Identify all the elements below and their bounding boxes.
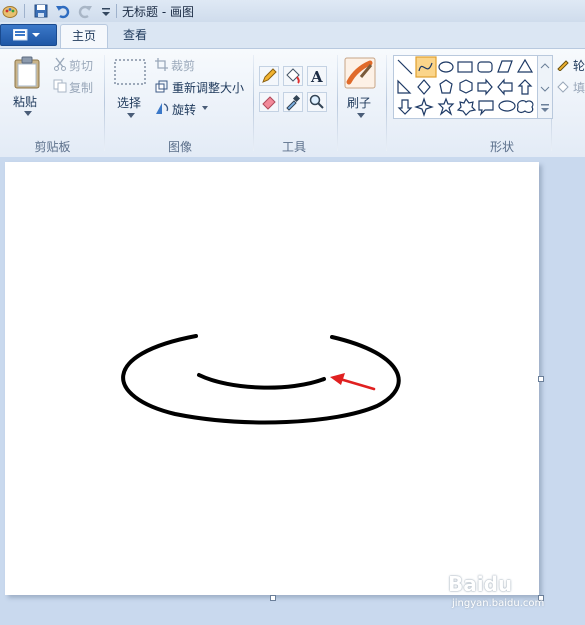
oval-shape-icon: [438, 61, 454, 73]
red-arrow-annotation: [330, 373, 376, 391]
magnifier-icon: [309, 94, 324, 109]
window-title: 无标题 - 画图: [122, 5, 194, 19]
rounded-callout-shape-icon: [478, 100, 494, 116]
cut-button[interactable]: 剪切: [69, 57, 93, 74]
baidu-watermark-url: jingyan.baidu.com: [452, 598, 545, 609]
shapes-scroll-arrows: [540, 63, 550, 112]
paste-button[interactable]: 粘贴: [13, 93, 37, 110]
canvas-drawing: [121, 334, 401, 425]
crop-icon: [155, 58, 168, 71]
resize-button[interactable]: 重新调整大小: [172, 79, 244, 96]
pencil-tool[interactable]: [259, 66, 279, 86]
brush-icon[interactable]: [344, 57, 376, 89]
rectangle-shape-icon: [457, 61, 473, 73]
shapes-group-label: 形状: [489, 140, 514, 154]
menu-icon: [13, 29, 40, 41]
select-icon[interactable]: [114, 59, 146, 87]
five-point-star-shape-icon: [437, 97, 455, 116]
pentagon-shape-icon: [439, 79, 453, 94]
right-triangle-shape-icon: [397, 79, 412, 94]
eraser-icon: [262, 96, 276, 110]
fill-bucket-icon: [286, 68, 300, 84]
outline-icon: [557, 60, 569, 71]
canvas-resize-handle-bottom[interactable]: [270, 595, 276, 601]
eraser-tool[interactable]: [259, 92, 279, 112]
brushes-dropdown-icon[interactable]: [357, 113, 365, 119]
rotate-dropdown-icon[interactable]: [202, 106, 208, 111]
clipboard-group-label: 剪贴板: [34, 140, 71, 154]
brushes-button[interactable]: 刷子: [347, 94, 371, 111]
svg-text:A: A: [310, 68, 323, 85]
image-group-label: 图像: [167, 140, 192, 154]
undo-icon[interactable]: [55, 3, 71, 19]
outer-ellipse-stroke: [121, 334, 401, 425]
pencil-icon: [262, 68, 277, 83]
up-arrow-shape-icon: [517, 79, 533, 95]
fill-icon: [557, 81, 569, 93]
eyedropper-icon: [286, 94, 301, 111]
fill-tool[interactable]: [283, 66, 303, 86]
title-bar: 无标题 - 画图: [0, 0, 585, 23]
group-divider: [104, 55, 105, 151]
tab-home[interactable]: 主页: [60, 24, 108, 49]
diamond-shape-icon: [417, 79, 431, 95]
cloud-callout-shape-icon: [516, 100, 534, 113]
six-point-star-shape-icon: [456, 97, 477, 116]
baidu-watermark: Baidu: [448, 572, 513, 596]
down-arrow-shape-icon: [397, 99, 413, 115]
four-point-star-shape-icon: [414, 97, 434, 117]
redo-icon[interactable]: [77, 3, 93, 19]
cut-icon: [54, 57, 66, 71]
canvas-resize-handle-right[interactable]: [538, 376, 544, 382]
group-divider: [253, 55, 254, 151]
copy-icon: [53, 79, 67, 93]
text-tool[interactable]: A: [307, 66, 327, 86]
resize-icon: [155, 80, 168, 93]
select-dropdown-icon[interactable]: [127, 113, 135, 119]
tab-view[interactable]: 查看: [112, 24, 158, 48]
line-shape-icon: [397, 59, 413, 75]
group-divider: [386, 55, 387, 151]
shapes-gallery: [393, 55, 541, 119]
paste-icon[interactable]: [13, 56, 41, 90]
paste-dropdown-icon[interactable]: [24, 111, 32, 117]
tools-grid: A: [259, 66, 329, 118]
inner-arc-stroke: [197, 373, 326, 390]
color-picker-tool[interactable]: [283, 92, 303, 112]
customize-qat-icon[interactable]: [98, 3, 114, 19]
drawing-canvas[interactable]: [5, 162, 539, 595]
shapes-scrollbar[interactable]: [537, 55, 553, 119]
hexagon-shape-icon: [459, 79, 473, 94]
fill-button[interactable]: 填: [573, 79, 585, 96]
tools-group-label: 工具: [281, 140, 306, 154]
rounded-rectangle-shape-icon: [477, 61, 493, 73]
oval-callout-shape-icon: [498, 100, 516, 112]
right-arrow-shape-icon: [477, 78, 493, 96]
select-button[interactable]: 选择: [117, 94, 141, 111]
copy-button[interactable]: 复制: [69, 79, 93, 96]
left-arrow-shape-icon: [497, 78, 513, 96]
triangle-shape-icon: [516, 58, 534, 73]
rotate-button[interactable]: 旋转: [172, 101, 196, 118]
magnifier-tool[interactable]: [307, 92, 327, 112]
outline-button[interactable]: 轮: [573, 57, 585, 74]
save-icon[interactable]: [33, 3, 49, 19]
paint-app-icon[interactable]: [2, 3, 18, 19]
group-divider: [337, 55, 338, 151]
text-icon: A: [310, 68, 323, 86]
rotate-icon: [156, 103, 169, 114]
crop-button[interactable]: 裁剪: [171, 57, 195, 74]
shapes-gallery-icons: [397, 56, 534, 117]
polygon-shape-icon: [497, 60, 513, 73]
paint-menu-button[interactable]: [0, 24, 57, 46]
